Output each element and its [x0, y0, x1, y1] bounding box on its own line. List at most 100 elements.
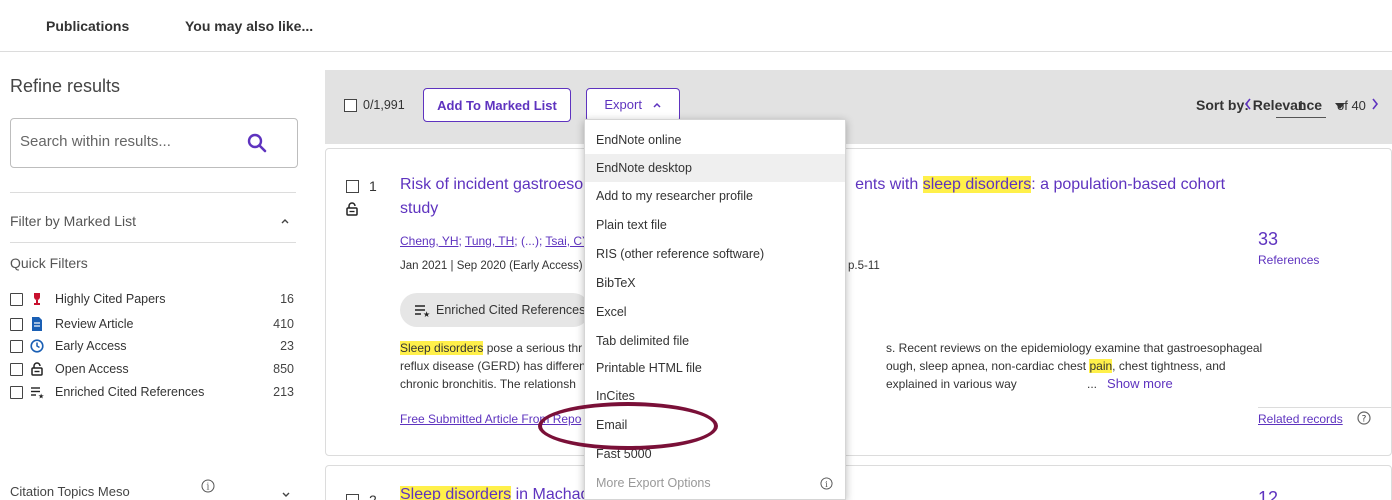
- svg-text:i: i: [207, 483, 210, 493]
- chevron-up-icon: [653, 102, 661, 108]
- menu-item-fast-5000[interactable]: Fast 5000: [585, 440, 845, 468]
- menu-item-tab-delimited[interactable]: Tab delimited file: [585, 327, 845, 355]
- enriched-icon: ★: [31, 387, 44, 400]
- authors-ellipsis[interactable]: (...): [521, 234, 539, 248]
- abstract-text: reflux disease (GERD) has differen: [400, 359, 586, 373]
- search-within-input[interactable]: [20, 133, 240, 150]
- menu-item-incites[interactable]: InCites: [585, 382, 845, 410]
- citation-count[interactable]: 12: [1258, 488, 1278, 500]
- record-checkbox[interactable]: [346, 494, 359, 500]
- add-to-marked-list-button[interactable]: Add To Marked List: [423, 88, 571, 122]
- quick-filter-label: Early Access: [55, 339, 127, 353]
- quick-filter-label: Highly Cited Papers: [55, 292, 166, 306]
- title-text: study: [400, 200, 439, 217]
- menu-item-ris[interactable]: RIS (other reference software): [585, 240, 845, 268]
- quick-filter-label: Open Access: [55, 362, 129, 376]
- record-number: 2: [369, 492, 377, 500]
- record-number: 1: [369, 178, 377, 194]
- menu-item-plain-text[interactable]: Plain text file: [585, 211, 845, 239]
- menu-item-excel[interactable]: Excel: [585, 298, 845, 326]
- quick-filter-early-access[interactable]: Early Access 23: [10, 339, 296, 355]
- export-label: Export: [604, 97, 642, 112]
- checkbox[interactable]: [10, 340, 23, 353]
- menu-item-more-export-options: More Export Options i: [585, 469, 845, 497]
- chevron-left-icon[interactable]: [1244, 98, 1252, 110]
- record-title[interactable]: Sleep disorders in Machad: [400, 486, 589, 500]
- enriched-icon: ★: [415, 305, 430, 317]
- citation-label[interactable]: References: [1258, 253, 1319, 267]
- author-link[interactable]: Tung, TH: [465, 234, 514, 248]
- chevron-right-icon[interactable]: [1371, 98, 1379, 110]
- checkbox[interactable]: [10, 363, 23, 376]
- title-highlight: Sleep disorders: [400, 486, 512, 500]
- checkbox[interactable]: [10, 293, 23, 306]
- quick-filter-highly-cited[interactable]: Highly Cited Papers 16: [10, 292, 296, 308]
- export-menu: EndNote online EndNote desktop Add to my…: [584, 119, 846, 500]
- svg-text:★: ★: [423, 310, 430, 317]
- svg-text:★: ★: [38, 393, 44, 400]
- menu-item-bibtex[interactable]: BibTeX: [585, 269, 845, 297]
- abstract-ellipsis: ...: [1087, 377, 1098, 391]
- quick-filter-label: Enriched Cited References: [55, 385, 205, 399]
- record-checkbox[interactable]: [346, 180, 359, 193]
- title-highlight: sleep disorders: [922, 176, 1032, 193]
- unlock-icon: [346, 202, 358, 216]
- tab-you-may-also-like[interactable]: You may also like...: [185, 18, 313, 34]
- menu-item-endnote-desktop[interactable]: EndNote desktop: [585, 154, 845, 182]
- abstract-text: pose a serious thr: [483, 341, 583, 355]
- svg-text:?: ?: [1362, 415, 1367, 425]
- refine-title: Refine results: [10, 76, 121, 96]
- page-number-input[interactable]: [1276, 94, 1326, 118]
- quick-filter-review-article[interactable]: Review Article 410: [10, 317, 296, 333]
- quick-filter-count: 410: [273, 317, 294, 331]
- quick-filter-count: 850: [273, 362, 294, 376]
- menu-item-printable-html[interactable]: Printable HTML file: [585, 354, 845, 382]
- record-dates: Jan 2021 | Sep 2020 (Early Access): [400, 260, 583, 272]
- quick-filters-label: Quick Filters: [10, 255, 88, 271]
- search-icon[interactable]: [247, 133, 267, 153]
- select-all-checkbox[interactable]: [344, 99, 357, 112]
- trophy-icon: [34, 293, 40, 305]
- title-text: in Machad: [511, 486, 590, 500]
- menu-item-email[interactable]: Email: [585, 411, 845, 439]
- tab-publications[interactable]: Publications: [46, 18, 129, 34]
- menu-item-researcher-profile[interactable]: Add to my researcher profile: [585, 182, 845, 210]
- enriched-cited-references-chip[interactable]: ★ Enriched Cited References: [400, 293, 590, 327]
- more-export-label: More Export Options: [596, 476, 711, 490]
- chevron-up-icon[interactable]: [280, 216, 290, 226]
- unlock-icon: [31, 362, 43, 376]
- title-text: Risk of incident gastroesop: [400, 176, 593, 193]
- chevron-down-icon[interactable]: [281, 490, 291, 500]
- citation-topics-filter[interactable]: Citation Topics Meso: [10, 484, 130, 499]
- divider: [10, 192, 296, 193]
- title-text: : a population-based cohort: [1031, 176, 1226, 193]
- related-records-link[interactable]: Related records: [1258, 412, 1343, 426]
- svg-text:i: i: [825, 479, 828, 489]
- filter-by-marked-list[interactable]: Filter by Marked List: [10, 213, 136, 229]
- checkbox[interactable]: [10, 318, 23, 331]
- record-authors: Cheng, YH; Tung, TH; (...); Tsai, CY: [400, 234, 591, 248]
- show-more-link[interactable]: Show more: [1107, 376, 1173, 391]
- divider: [10, 242, 296, 243]
- free-article-link[interactable]: Free Submitted Article From Repo: [400, 412, 581, 426]
- author-link[interactable]: Cheng, YH: [400, 234, 458, 248]
- info-icon[interactable]: i: [201, 479, 215, 493]
- record-pages: p.5-11: [848, 260, 880, 272]
- enriched-label: Enriched Cited References: [436, 303, 586, 317]
- menu-item-endnote-online[interactable]: EndNote online: [585, 126, 845, 154]
- quick-filter-open-access[interactable]: Open Access 850: [10, 362, 296, 378]
- export-button[interactable]: Export: [586, 88, 680, 122]
- citation-topics-label: Citation Topics Meso: [10, 484, 130, 499]
- citation-count[interactable]: 33: [1258, 229, 1278, 250]
- quick-filter-enriched[interactable]: ★ Enriched Cited References 213: [10, 385, 296, 401]
- checkbox[interactable]: [10, 386, 23, 399]
- help-icon[interactable]: ?: [1357, 411, 1371, 425]
- info-icon[interactable]: i: [820, 477, 833, 490]
- quick-filter-count: 213: [273, 385, 294, 399]
- quick-filter-count: 23: [280, 339, 294, 353]
- divider: [1258, 407, 1392, 408]
- abstract-text: s. Recent reviews on the epidemiology ex…: [886, 341, 1263, 355]
- abstract-highlight: Sleep disorders: [400, 341, 484, 355]
- search-within-box: [10, 118, 298, 168]
- quick-filter-label: Review Article: [55, 317, 134, 331]
